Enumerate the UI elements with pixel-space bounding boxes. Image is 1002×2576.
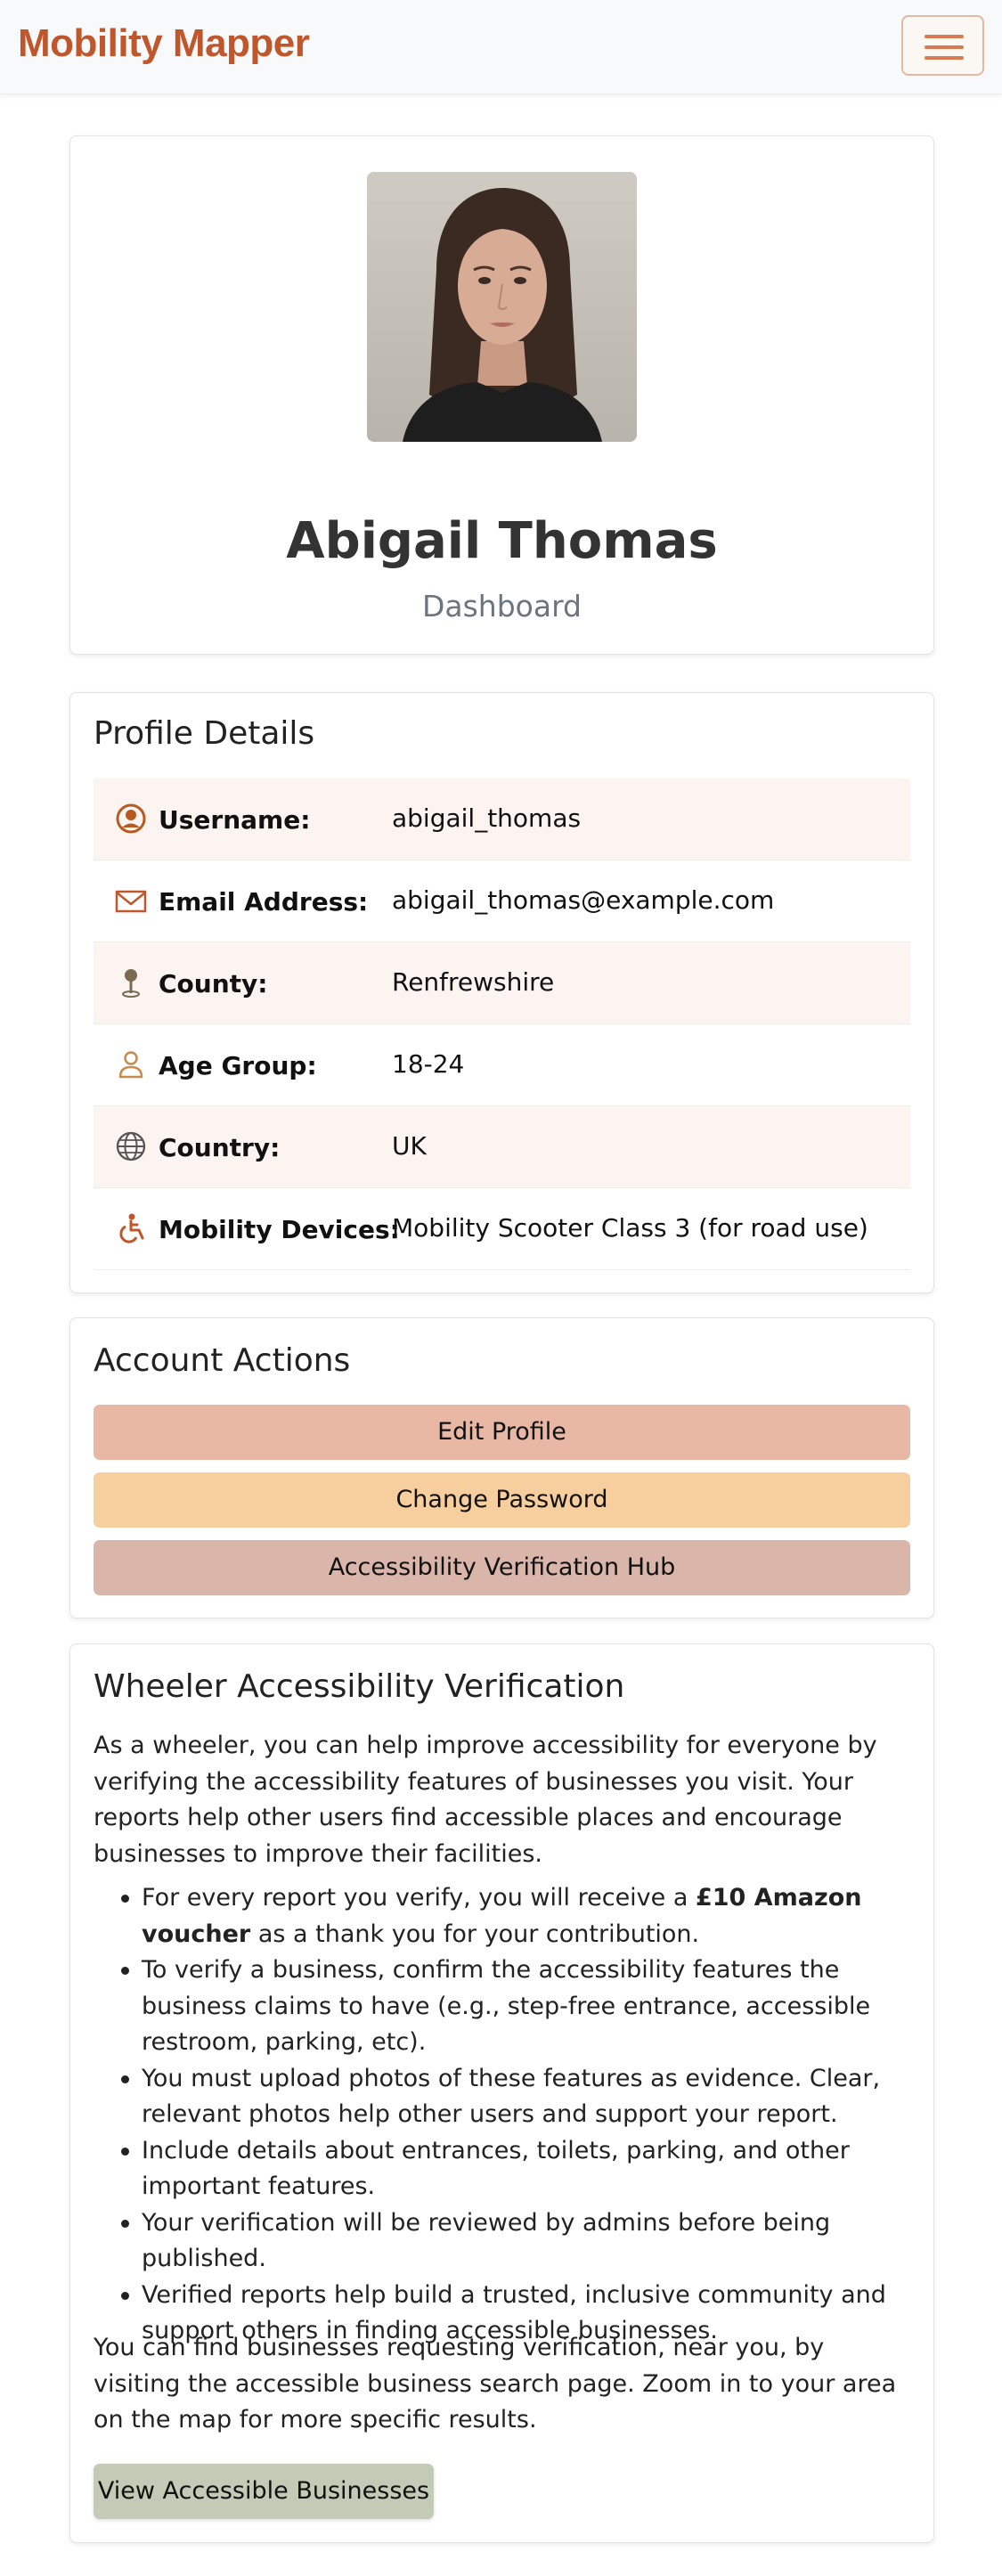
avatar-portrait-image	[367, 172, 637, 442]
profile-row-email: Email Address: abigail_thomas@example.co…	[94, 860, 910, 942]
brand-logo[interactable]: Mobility Mapper	[18, 21, 310, 66]
hamburger-bar	[925, 56, 964, 60]
user-name: Abigail Thomas	[286, 512, 718, 570]
mobility-devices-label: Mobility Devices:	[159, 1215, 400, 1244]
verification-intro: As a wheeler, you can help improve acces…	[94, 1732, 877, 1868]
county-label: County:	[159, 969, 268, 999]
avatar	[367, 172, 637, 442]
list-item: You must upload photos of these features…	[94, 2061, 917, 2133]
profile-row-mobility-devices: Mobility Devices: Mobility Scooter Class…	[94, 1188, 910, 1270]
profile-header-card: Abigail Thomas Dashboard	[69, 135, 934, 655]
username-label: Username:	[159, 805, 311, 835]
email-value: abigail_thomas@example.com	[392, 885, 775, 915]
view-accessible-businesses-button[interactable]: View Accessible Businesses	[94, 2464, 434, 2519]
account-actions-card: Account Actions Edit Profile Change Pass…	[69, 1317, 934, 1618]
country-value: UK	[392, 1131, 427, 1161]
profile-details-card: Profile Details Username: abigail_thomas…	[69, 692, 934, 1293]
globe-icon	[116, 1131, 146, 1162]
email-label: Email Address:	[159, 887, 369, 917]
hamburger-bar	[925, 45, 964, 49]
profile-row-age-group: Age Group: 18-24	[94, 1024, 910, 1106]
hamburger-bar	[925, 35, 964, 38]
age-group-label: Age Group:	[159, 1051, 317, 1080]
profile-row-username: Username: abigail_thomas	[94, 779, 910, 860]
menu-toggle-button[interactable]	[901, 15, 984, 76]
bullet-text: For every report you verify, you will re…	[142, 1884, 696, 1912]
verification-title: Wheeler Accessibility Verification	[94, 1668, 625, 1705]
bullet-text: as a thank you for your contribution.	[250, 1920, 700, 1948]
list-item: To verify a business, confirm the access…	[94, 1952, 917, 2061]
user-circle-icon	[116, 803, 146, 834]
verification-outro: You can find businesses requesting verif…	[94, 2334, 897, 2433]
person-icon	[118, 1051, 143, 1079]
verification-bullet-list: For every report you verify, you will re…	[94, 1880, 917, 2350]
profile-details-title: Profile Details	[94, 715, 315, 752]
map-pin-icon	[122, 969, 140, 998]
age-group-value: 18-24	[392, 1049, 465, 1079]
country-label: Country:	[159, 1133, 281, 1162]
profile-row-county: County: Renfrewshire	[94, 942, 910, 1024]
list-item: Your verification will be reviewed by ad…	[94, 2205, 917, 2278]
verification-hub-button[interactable]: Accessibility Verification Hub	[94, 1540, 910, 1595]
envelope-icon	[115, 890, 147, 913]
page-subtitle: Dashboard	[421, 589, 582, 624]
wheelchair-icon	[119, 1213, 144, 1243]
edit-profile-button[interactable]: Edit Profile	[94, 1405, 910, 1460]
change-password-button[interactable]: Change Password	[94, 1472, 910, 1528]
wheeler-verification-card: Wheeler Accessibility Verification As a …	[69, 1643, 934, 2543]
account-actions-title: Account Actions	[94, 1342, 351, 1379]
profile-row-country: Country: UK	[94, 1106, 910, 1188]
navbar: Mobility Mapper	[0, 0, 1002, 94]
county-value: Renfrewshire	[392, 967, 555, 997]
list-item: For every report you verify, you will re…	[94, 1880, 917, 1952]
mobility-devices-value: Mobility Scooter Class 3 (for road use)	[392, 1213, 868, 1243]
username-value: abigail_thomas	[392, 803, 582, 833]
list-item: Include details about entrances, toilets…	[94, 2133, 917, 2205]
